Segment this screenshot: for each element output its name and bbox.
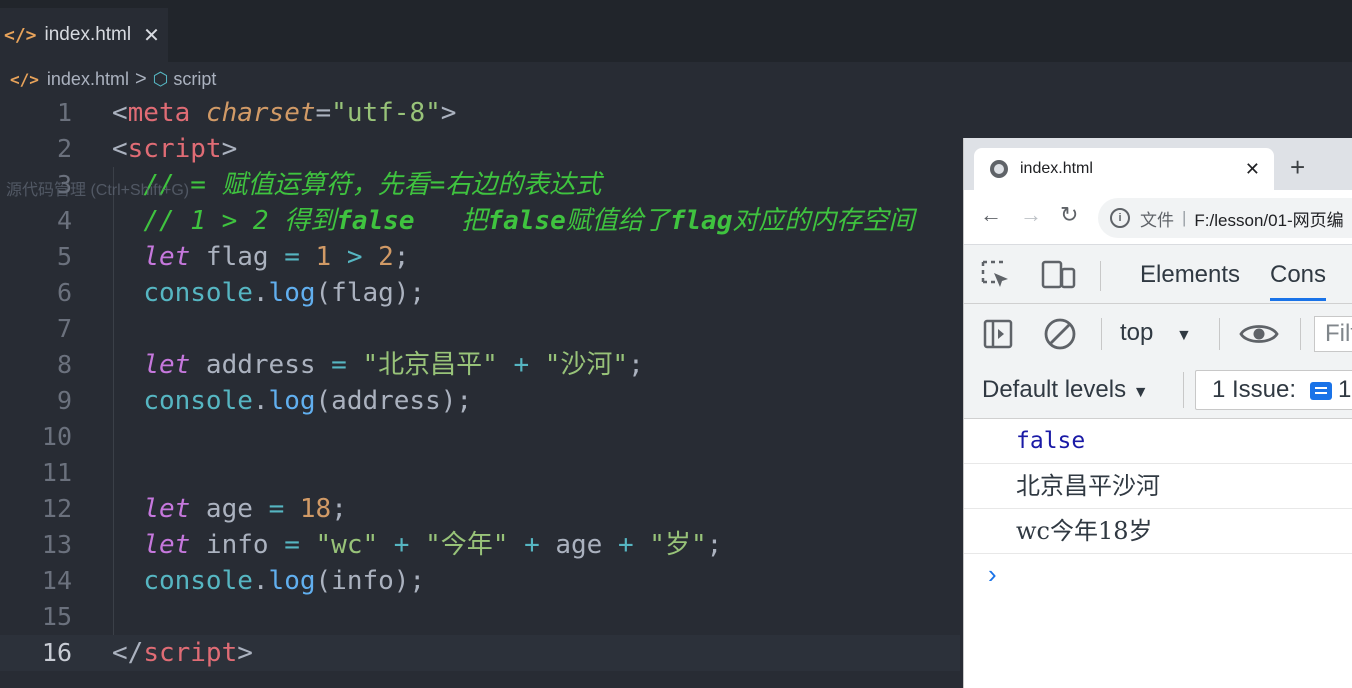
reload-icon[interactable]: ↻ xyxy=(1060,202,1078,228)
divider xyxy=(1101,318,1102,350)
issues-button[interactable]: 1 Issue: 1 xyxy=(1195,370,1352,410)
address-divider: | xyxy=(1182,208,1187,227)
html-file-icon: </> xyxy=(10,69,39,89)
clear-console-icon[interactable] xyxy=(1042,316,1078,352)
editor-tab-label: index.html xyxy=(44,24,132,45)
breadcrumb-symbol[interactable]: script xyxy=(173,69,216,90)
forward-arrow-icon[interactable]: → xyxy=(1020,202,1042,228)
devtools-tabbar: Elements Cons xyxy=(964,245,1352,304)
line-number: 14 xyxy=(41,566,72,595)
divider xyxy=(1219,318,1220,350)
editor-tabbar: </> index.html ✕ xyxy=(0,0,1352,62)
code-line[interactable]: 2 <script> xyxy=(0,131,960,167)
context-selector[interactable]: top ▼ xyxy=(1120,319,1192,347)
browser-tab[interactable]: index.html ✕ xyxy=(974,148,1274,190)
code-line[interactable]: 5 let flag = 1 > 2; xyxy=(0,239,960,275)
code-line[interactable]: 12 let age = 18; xyxy=(0,491,960,527)
line-number: 15 xyxy=(41,602,72,631)
console-toolbar: top ▼ Filt xyxy=(964,304,1352,362)
address-path: F:/lesson/01-网页编 xyxy=(1194,210,1344,230)
divider xyxy=(1100,261,1101,291)
address-bar-row: ← → ↻ i 文件 | F:/lesson/01-网页编 xyxy=(964,190,1352,245)
line-number: 6 xyxy=(56,278,72,307)
chevron-down-icon: ▼ xyxy=(1176,327,1192,344)
device-toolbar-icon[interactable] xyxy=(1040,259,1078,291)
breadcrumb: </> index.html > ⬡ script xyxy=(0,62,960,96)
line-number: 16 xyxy=(41,638,72,667)
line-number: 12 xyxy=(41,494,72,523)
line-number: 1 xyxy=(56,98,72,127)
line-number: 11 xyxy=(41,458,72,487)
code-line[interactable]: 1 <meta charset="utf-8"> xyxy=(0,95,960,131)
html-file-icon: </> xyxy=(4,24,37,46)
sidebar-toggle-icon[interactable] xyxy=(982,318,1014,350)
code-line[interactable]: 9 console.log(address); xyxy=(0,383,960,419)
console-message: wc今年18岁 xyxy=(964,509,1352,554)
console-output: false 北京昌平沙河 wc今年18岁 › xyxy=(964,419,1352,589)
close-icon[interactable]: ✕ xyxy=(1245,159,1260,180)
code-line[interactable]: 15 xyxy=(0,599,960,635)
console-prompt-icon[interactable]: › xyxy=(988,559,997,590)
line-number: 9 xyxy=(56,386,72,415)
code-line[interactable]: 10 xyxy=(0,419,960,455)
console-message: false xyxy=(964,419,1352,464)
back-arrow-icon[interactable]: ← xyxy=(980,202,1002,228)
browser-tab-title: index.html xyxy=(1020,160,1093,177)
address-input[interactable]: i 文件 | F:/lesson/01-网页编 xyxy=(1098,198,1352,238)
line-number: 2 xyxy=(56,134,72,163)
editor-tab-index-html[interactable]: </> index.html ✕ xyxy=(0,8,168,62)
globe-icon xyxy=(990,160,1008,178)
chevron-down-icon: ▼ xyxy=(1132,384,1149,401)
code-line[interactable]: 8 let address = "北京昌平" + "沙河"; xyxy=(0,347,960,383)
line-number: 5 xyxy=(56,242,72,271)
eye-icon[interactable] xyxy=(1238,320,1280,348)
line-number: 7 xyxy=(56,314,72,343)
code-line[interactable]: 4 // 1 > 2 得到false 把false赋值给了flag对应的内存空间 xyxy=(0,203,960,239)
console-message: 北京昌平沙河 xyxy=(964,464,1352,509)
info-icon[interactable]: i xyxy=(1110,208,1130,228)
code-comment: // 1 > 2 得到false 把false赋值给了flag对应的内存空间 xyxy=(143,206,915,236)
source-control-tooltip: 源代码管理 (Ctrl+Shift+G) xyxy=(6,182,190,199)
line-number: 4 xyxy=(56,206,72,235)
line-number: 8 xyxy=(56,350,72,379)
cube-icon: ⬡ xyxy=(152,68,169,89)
close-icon[interactable]: ✕ xyxy=(143,23,160,48)
breadcrumb-file[interactable]: index.html xyxy=(47,69,129,90)
code-line[interactable]: 13 let info = "wc" + "今年" + age + "岁"; xyxy=(0,527,960,563)
new-tab-button[interactable]: + xyxy=(1290,152,1305,183)
log-levels-dropdown[interactable]: Default levels ▼ xyxy=(982,376,1149,404)
code-line[interactable]: 14 console.log(info); xyxy=(0,563,960,599)
filter-input[interactable]: Filt xyxy=(1314,316,1352,352)
inspect-element-icon[interactable] xyxy=(980,259,1014,293)
browser-window: index.html ✕ + ← → ↻ i 文件 | F:/lesson/01… xyxy=(963,138,1352,688)
code-line[interactable]: 11 xyxy=(0,455,960,491)
browser-tabbar: index.html ✕ + xyxy=(964,138,1352,190)
tab-elements[interactable]: Elements xyxy=(1140,261,1240,289)
console-levels-bar: Default levels ▼ 1 Issue: 1 xyxy=(964,362,1352,419)
breadcrumb-separator: > xyxy=(134,67,147,90)
message-icon xyxy=(1310,381,1333,400)
code-line-current[interactable]: 16 </script> xyxy=(0,635,960,671)
code-line[interactable]: 6 console.log(flag); xyxy=(0,275,960,311)
line-number: 10 xyxy=(41,422,72,451)
divider xyxy=(1300,318,1301,350)
code-line[interactable]: 7 xyxy=(0,311,960,347)
line-number: 13 xyxy=(41,530,72,559)
divider xyxy=(1183,372,1184,408)
tab-console[interactable]: Cons xyxy=(1270,261,1327,301)
code-comment: // = 赋值运算符，先看=右边的表达式 xyxy=(143,170,602,200)
address-scheme: 文件 xyxy=(1140,210,1174,230)
